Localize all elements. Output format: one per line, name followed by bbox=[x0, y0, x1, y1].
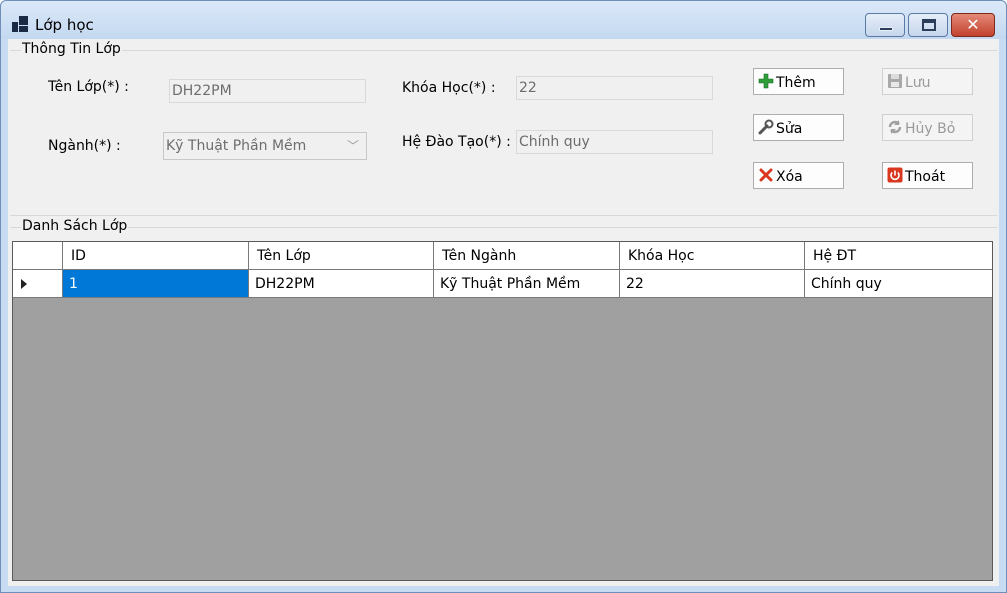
class-data-grid[interactable]: ID Tên Lớp Tên Ngành Khóa Học Hệ ĐT 1 DH… bbox=[12, 241, 993, 581]
minimize-icon bbox=[879, 27, 893, 31]
class-name-label: Tên Lớp(*) : bbox=[48, 79, 129, 95]
training-type-label: Hệ Đào Tạo(*) : bbox=[402, 134, 511, 150]
column-header-course-year[interactable]: Khóa Học bbox=[620, 242, 805, 269]
add-button[interactable]: Thêm bbox=[753, 68, 844, 95]
maximize-icon bbox=[922, 19, 936, 31]
cell-class-name[interactable]: DH22PM bbox=[249, 270, 434, 297]
row-header[interactable] bbox=[13, 270, 63, 297]
plus-icon bbox=[758, 73, 774, 89]
class-info-caption: Thông Tin Lớp bbox=[21, 41, 122, 57]
delete-button-label: Xóa bbox=[776, 169, 803, 185]
title-bar[interactable]: Lớp học ✕ bbox=[1, 1, 1006, 39]
exit-button-label: Thoát bbox=[905, 169, 946, 185]
table-row[interactable]: 1 DH22PM Kỹ Thuật Phần Mềm 22 Chính quy bbox=[13, 270, 992, 298]
row-header-corner bbox=[13, 242, 63, 269]
close-button[interactable]: ✕ bbox=[951, 13, 995, 37]
major-select-value: Kỹ Thuật Phần Mềm bbox=[166, 138, 307, 154]
column-header-class-name[interactable]: Tên Lớp bbox=[249, 242, 434, 269]
course-year-label: Khóa Học(*) : bbox=[402, 80, 496, 96]
minimize-button[interactable] bbox=[865, 13, 905, 37]
refresh-icon bbox=[887, 119, 903, 135]
current-row-arrow-icon bbox=[21, 279, 27, 289]
column-header-id[interactable]: ID bbox=[63, 242, 249, 269]
column-header-major-name[interactable]: Tên Ngành bbox=[434, 242, 620, 269]
grid-header: ID Tên Lớp Tên Ngành Khóa Học Hệ ĐT bbox=[13, 242, 992, 270]
course-year-field[interactable]: 22 bbox=[516, 76, 713, 100]
training-type-field[interactable]: Chính quy bbox=[516, 130, 713, 154]
cancel-button[interactable]: Hủy Bỏ bbox=[882, 114, 973, 141]
cell-course-year[interactable]: 22 bbox=[620, 270, 805, 297]
save-button[interactable]: Lưu bbox=[882, 68, 973, 95]
app-icon bbox=[12, 16, 28, 32]
cancel-button-label: Hủy Bỏ bbox=[905, 121, 956, 137]
window-frame: Lớp học ✕ Thông Tin Lớp Tên Lớp(*) : DH2… bbox=[0, 0, 1007, 593]
delete-button[interactable]: Xóa bbox=[753, 162, 844, 189]
class-list-caption: Danh Sách Lớp bbox=[21, 218, 129, 234]
form-client-area: Thông Tin Lớp Tên Lớp(*) : DH22PM Ngành(… bbox=[8, 39, 999, 586]
major-select[interactable]: Kỹ Thuật Phần Mềm ﹀ bbox=[163, 132, 367, 160]
maximize-button[interactable] bbox=[908, 13, 948, 37]
cell-id[interactable]: 1 bbox=[63, 270, 249, 297]
floppy-disk-icon bbox=[887, 73, 903, 89]
exit-button[interactable]: Thoát bbox=[882, 162, 973, 189]
save-button-label: Lưu bbox=[905, 75, 931, 91]
add-button-label: Thêm bbox=[776, 75, 816, 91]
major-label: Ngành(*) : bbox=[48, 138, 121, 154]
class-info-group: Thông Tin Lớp bbox=[10, 41, 997, 216]
wrench-icon bbox=[758, 119, 774, 135]
x-delete-icon bbox=[758, 167, 774, 183]
class-name-field[interactable]: DH22PM bbox=[169, 79, 366, 103]
close-icon: ✕ bbox=[966, 15, 980, 34]
edit-button[interactable]: Sửa bbox=[753, 114, 844, 141]
power-icon bbox=[887, 167, 903, 183]
edit-button-label: Sửa bbox=[776, 121, 803, 137]
chevron-down-icon[interactable]: ﹀ bbox=[347, 137, 359, 154]
window-title: Lớp học bbox=[35, 16, 94, 34]
column-header-training-type[interactable]: Hệ ĐT bbox=[805, 242, 992, 269]
cell-major-name[interactable]: Kỹ Thuật Phần Mềm bbox=[434, 270, 620, 297]
cell-training-type[interactable]: Chính quy bbox=[805, 270, 992, 297]
